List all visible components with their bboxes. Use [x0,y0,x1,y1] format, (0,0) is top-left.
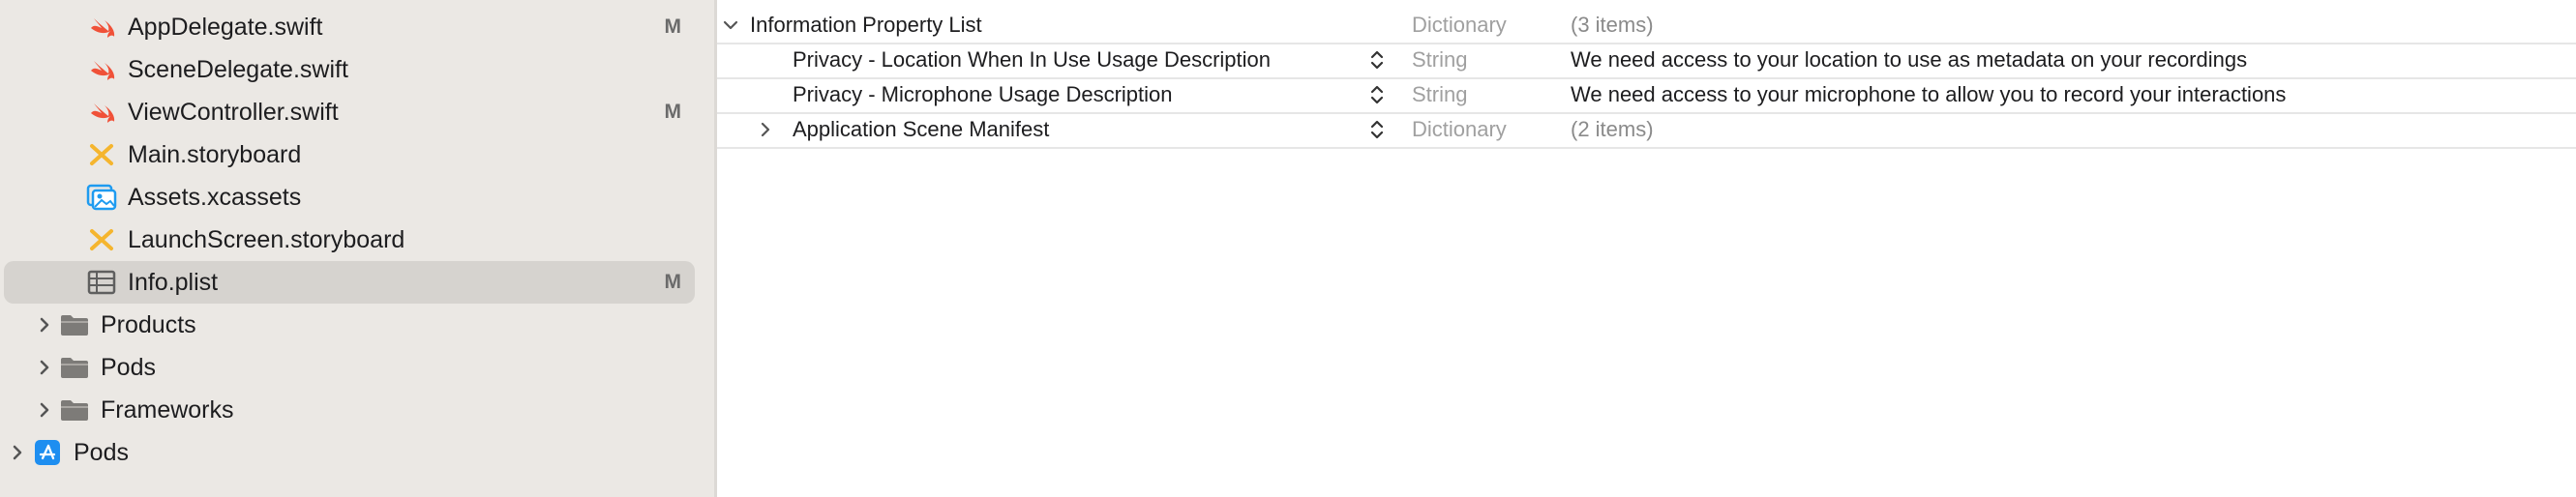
modified-badge: M [664,15,682,38]
plist-value[interactable]: We need access to your microphone to all… [1571,77,2286,112]
key-selector-stepper-icon[interactable] [1367,112,1387,147]
storyboard-icon [85,223,118,256]
file-name: Main.storyboard [128,140,302,168]
plist-type[interactable]: String [1412,43,1467,77]
project-name: Pods [74,438,129,466]
file-name: LaunchScreen.storyboard [128,225,405,253]
plist-type[interactable]: Dictionary [1412,112,1507,147]
file-row-main-storyboard[interactable]: Main.storyboard [0,133,699,176]
swift-icon [85,53,118,86]
chevron-right-icon[interactable] [758,112,773,147]
key-selector-stepper-icon[interactable] [1367,43,1387,77]
plist-row-scene-manifest[interactable]: Application Scene Manifest Dictionary (2… [717,112,2576,149]
project-row-pods[interactable]: Pods [0,431,699,474]
plist-type: Dictionary [1412,13,1507,37]
xcode-window: AppDelegate.swift M SceneDelegate.swift … [0,0,2576,497]
group-name: Products [101,310,196,338]
file-name: Info.plist [128,268,219,296]
folder-icon [58,308,91,341]
file-row-info-plist[interactable]: Info.plist M [4,261,695,304]
xcode-project-icon [31,436,64,469]
swift-icon [85,96,118,129]
plist-key[interactable]: Application Scene Manifest [793,112,1049,147]
plist-type[interactable]: String [1412,77,1467,112]
storyboard-icon [85,138,118,171]
chevron-right-icon[interactable] [8,443,27,462]
plist-value[interactable]: We need access to your location to use a… [1571,43,2247,77]
plist-key: Information Property List [750,13,982,37]
plist-root-row[interactable]: Information Property List Dictionary (3 … [717,8,2576,44]
asset-catalog-icon [85,181,118,214]
file-row-launchscreen[interactable]: LaunchScreen.storyboard [0,219,699,261]
group-name: Pods [101,353,156,381]
file-name: ViewController.swift [128,98,339,126]
chevron-right-icon[interactable] [35,315,54,335]
file-row-viewcontroller[interactable]: ViewController.swift M [0,91,699,133]
modified-badge: M [664,271,682,293]
folder-icon [58,394,91,426]
swift-icon [85,11,118,44]
group-name: Frameworks [101,395,234,424]
project-navigator: AppDelegate.swift M SceneDelegate.swift … [0,0,714,497]
key-selector-stepper-icon[interactable] [1367,77,1387,112]
plist-row-microphone-usage[interactable]: Privacy - Microphone Usage Description S… [717,77,2576,114]
plist-key[interactable]: Privacy - Microphone Usage Description [793,77,1173,112]
chevron-right-icon[interactable] [35,358,54,377]
chevron-down-icon[interactable] [723,8,738,43]
file-name: Assets.xcassets [128,183,302,211]
plist-icon [85,266,118,299]
group-row-products[interactable]: Products [0,304,699,346]
file-row-assets[interactable]: Assets.xcassets [0,176,699,219]
file-row-scenedelegate[interactable]: SceneDelegate.swift [0,48,699,91]
plist-value: (3 items) [1571,13,1654,37]
plist-row-location-usage[interactable]: Privacy - Location When In Use Usage Des… [717,43,2576,79]
plist-key[interactable]: Privacy - Location When In Use Usage Des… [793,43,1271,77]
plist-value: (2 items) [1571,117,1654,141]
folder-icon [58,351,91,384]
plist-editor: Information Property List Dictionary (3 … [717,0,2576,497]
group-row-pods[interactable]: Pods [0,346,699,389]
modified-badge: M [664,101,682,123]
group-row-frameworks[interactable]: Frameworks [0,389,699,431]
chevron-right-icon[interactable] [35,400,54,420]
file-name: AppDelegate.swift [128,13,323,41]
file-row-appdelegate[interactable]: AppDelegate.swift M [0,6,699,48]
file-name: SceneDelegate.swift [128,55,348,83]
